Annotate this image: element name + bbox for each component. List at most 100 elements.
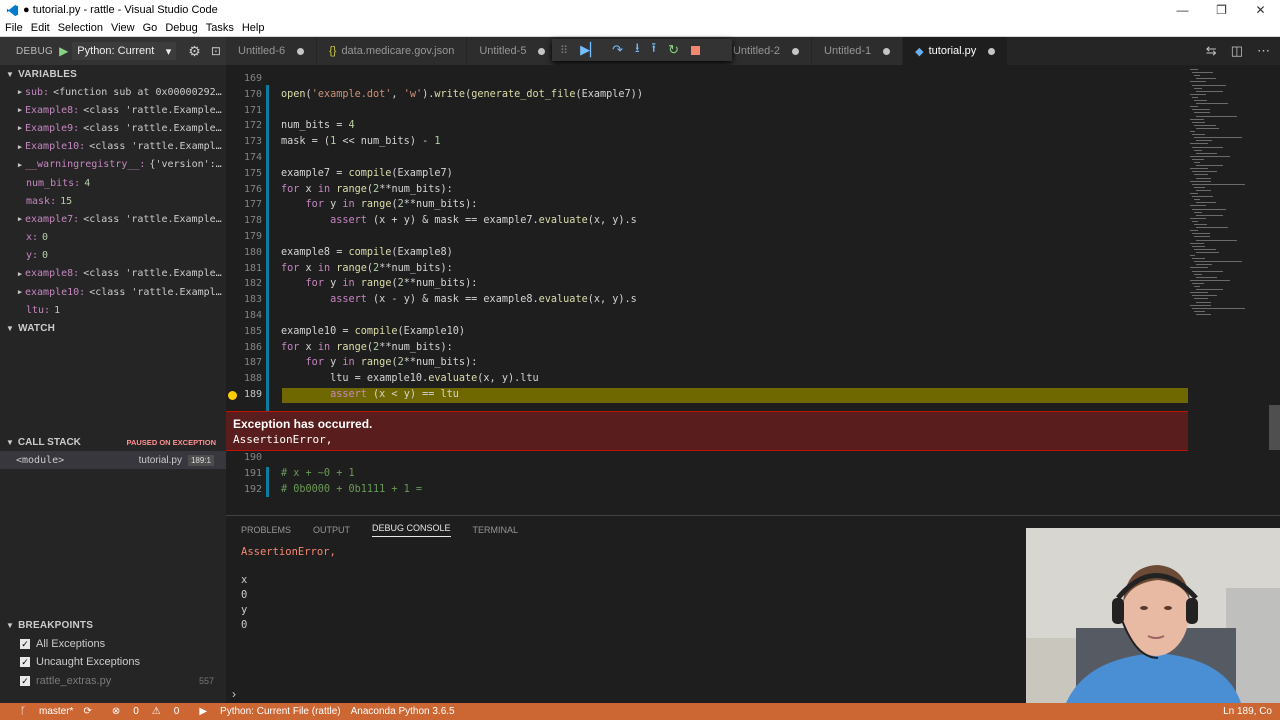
code-line[interactable]: assert (x - y) & mask == example8.evalua… <box>281 294 637 305</box>
code-line[interactable]: for x in range(2**num_bits): <box>281 263 453 274</box>
more-actions-icon[interactable]: ⋯ <box>1257 43 1270 59</box>
panel-tab-problems[interactable]: PROBLEMS <box>241 525 291 535</box>
menu-file[interactable]: File <box>0 22 27 34</box>
variable-row[interactable]: ▶ sub: <function sub at 0x00000292… <box>0 83 226 101</box>
close-button[interactable]: ✕ <box>1241 3 1280 17</box>
editor-tab[interactable]: Untitled-2 <box>720 37 813 65</box>
checkbox[interactable]: ✓ <box>20 657 30 668</box>
editor-tab[interactable]: Untitled-6 <box>226 37 318 65</box>
variable-row[interactable]: ltu: 1 <box>0 301 226 319</box>
scrollbar-thumb[interactable] <box>1269 405 1280 450</box>
unsaved-dot-icon[interactable] <box>538 47 546 55</box>
variable-row[interactable]: y: 0 <box>0 247 226 265</box>
code-line[interactable]: assert (x + y) & mask == example7.evalua… <box>281 215 637 226</box>
unsaved-dot-icon[interactable] <box>883 47 891 55</box>
watch-header[interactable]: ▼ WATCH <box>0 319 226 337</box>
code-line[interactable]: for y in range(2**num_bits): <box>281 357 478 368</box>
stop-icon[interactable] <box>691 45 700 55</box>
variables-header[interactable]: ▼ VARIABLES <box>0 65 226 83</box>
step-into-icon[interactable]: ⭳ <box>635 39 640 61</box>
chevron-right-icon[interactable]: ▶ <box>15 288 25 296</box>
problems-indicator[interactable]: ⊗ 0 ⚠ 0 <box>102 706 179 717</box>
menu-selection[interactable]: Selection <box>54 22 107 34</box>
maximize-button[interactable]: ❐ <box>1202 3 1241 17</box>
chevron-right-icon[interactable]: ▶ <box>15 270 25 278</box>
callstack-frame[interactable]: <module> tutorial.py 189:1 <box>0 451 226 470</box>
git-branch[interactable]: ᚴ master* <box>10 706 73 717</box>
chevron-right-icon[interactable]: ▶ <box>15 124 25 132</box>
variable-row[interactable]: ▶ Example10: <class 'rattle.Exampl… <box>0 138 226 156</box>
python-interpreter[interactable]: Anaconda Python 3.6.5 <box>351 706 455 717</box>
sync-icon[interactable]: ⟳ <box>83 706 91 717</box>
code-line[interactable]: assert (x < y) == ltu <box>281 389 459 400</box>
code-line[interactable]: open('example.dot', 'w').write(generate_… <box>281 89 643 100</box>
code-line[interactable]: for y in range(2**num_bits): <box>281 278 478 289</box>
editor-tab[interactable]: Untitled-1 <box>812 37 904 65</box>
editor-tab[interactable]: ◆ tutorial.py <box>903 37 1009 65</box>
open-changes-icon[interactable]: ⇆ <box>1206 43 1217 59</box>
chevron-right-icon[interactable]: ▶ <box>15 161 25 169</box>
variable-row[interactable]: mask: 15 <box>0 192 226 210</box>
breakpoint-item[interactable]: ✓ All Exceptions <box>0 634 226 653</box>
menu-go[interactable]: Go <box>139 22 162 34</box>
variable-row[interactable]: ▶ __warningregistry__: {'version':… <box>0 156 226 174</box>
breakpoint-item[interactable]: ✓ rattle_extras.py 557 <box>0 671 226 690</box>
code-line[interactable]: # x + ~0 + 1 <box>281 468 355 479</box>
code-line[interactable]: example10 = compile(Example10) <box>281 326 465 337</box>
continue-icon[interactable]: ▶▏ <box>580 42 600 58</box>
code-line[interactable]: mask = (1 << num_bits) - 1 <box>281 136 441 147</box>
console-prompt-icon[interactable]: › <box>232 687 236 701</box>
checkbox[interactable]: ✓ <box>20 675 30 686</box>
gear-icon[interactable]: ⚙ <box>188 43 201 60</box>
variable-row[interactable]: num_bits: 4 <box>0 174 226 192</box>
variable-row[interactable]: ▶ example10: <class 'rattle.Exampl… <box>0 283 226 301</box>
step-over-icon[interactable]: ↷ <box>612 42 623 58</box>
code-line[interactable]: for x in range(2**num_bits): <box>281 184 453 195</box>
minimap[interactable] <box>1188 65 1268 515</box>
chevron-right-icon[interactable]: ▶ <box>15 215 25 223</box>
debug-console-icon[interactable]: ⊡ <box>211 44 221 58</box>
unsaved-dot-icon[interactable] <box>988 47 996 55</box>
step-out-icon[interactable]: ⭱ <box>652 39 657 61</box>
code-line[interactable]: example8 = compile(Example8) <box>281 247 453 258</box>
checkbox[interactable]: ✓ <box>20 638 30 649</box>
variable-row[interactable]: ▶ example8: <class 'rattle.Example… <box>0 265 226 283</box>
unsaved-dot-icon[interactable] <box>792 47 800 55</box>
cursor-position[interactable]: Ln 189, Co <box>1223 706 1272 717</box>
menu-view[interactable]: View <box>107 22 139 34</box>
split-editor-icon[interactable]: ◫ <box>1231 43 1243 59</box>
panel-tab-output[interactable]: OUTPUT <box>313 525 350 535</box>
code-editor[interactable]: 169 170 open('example.dot', 'w').write(gen… <box>226 65 1280 515</box>
menu-help[interactable]: Help <box>238 22 269 34</box>
variable-row[interactable]: ▶ Example9: <class 'rattle.Example… <box>0 119 226 137</box>
code-line[interactable]: # 0b0000 + 0b1111 + 1 = <box>281 484 422 495</box>
menu-debug[interactable]: Debug <box>161 22 201 34</box>
callstack-header[interactable]: ▼ CALL STACK PAUSED ON EXCEPTION <box>0 433 226 451</box>
minimize-button[interactable]: — <box>1163 3 1202 17</box>
drag-handle-icon[interactable]: ⠿ <box>560 44 568 57</box>
editor-tab[interactable]: {} data.medicare.gov.json <box>317 37 468 65</box>
panel-tab-terminal[interactable]: TERMINAL <box>473 525 519 535</box>
unsaved-dot-icon[interactable] <box>297 47 305 55</box>
chevron-right-icon[interactable]: ▶ <box>15 106 25 114</box>
code-line[interactable]: ltu = example10.evaluate(x, y).ltu <box>281 373 539 384</box>
breakpoints-header[interactable]: ▼ BREAKPOINTS <box>0 616 226 634</box>
editor-tab[interactable]: Untitled-5 <box>467 37 559 65</box>
menu-tasks[interactable]: Tasks <box>202 22 238 34</box>
debug-config-select[interactable]: Python: Current ▾ <box>72 42 177 60</box>
start-debugging-icon[interactable]: ▶ <box>59 44 68 58</box>
breakpoint-item[interactable]: ✓ Uncaught Exceptions <box>0 653 226 672</box>
chevron-right-icon[interactable]: ▶ <box>15 143 25 151</box>
code-line[interactable]: num_bits = 4 <box>281 120 355 131</box>
variable-row[interactable]: x: 0 <box>0 229 226 247</box>
variable-row[interactable]: ▶ Example8: <class 'rattle.Example… <box>0 101 226 119</box>
code-line[interactable]: for y in range(2**num_bits): <box>281 199 478 210</box>
restart-icon[interactable]: ↻ <box>668 42 679 58</box>
code-line[interactable]: for x in range(2**num_bits): <box>281 342 453 353</box>
launch-config[interactable]: ▶ Python: Current File (rattle) <box>189 706 340 717</box>
code-line[interactable]: example7 = compile(Example7) <box>281 168 453 179</box>
variable-row[interactable]: ▶ example7: <class 'rattle.Example… <box>0 210 226 228</box>
panel-tab-debug-console[interactable]: DEBUG CONSOLE <box>372 523 451 537</box>
menu-edit[interactable]: Edit <box>27 22 54 34</box>
chevron-right-icon[interactable]: ▶ <box>15 88 25 96</box>
